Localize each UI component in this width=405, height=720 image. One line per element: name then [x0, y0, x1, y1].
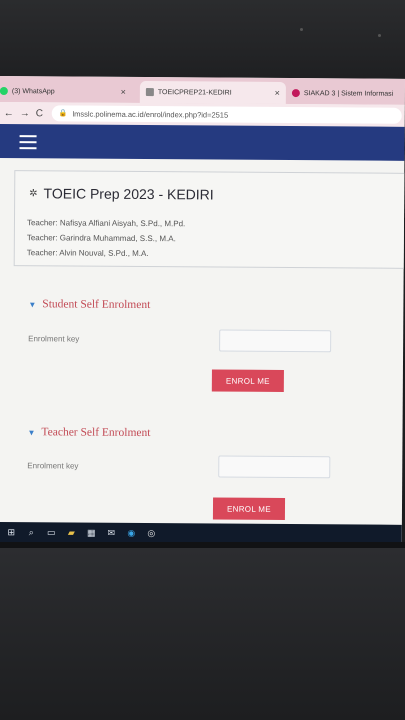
- student-enrol-button[interactable]: ENROL ME: [211, 369, 284, 392]
- laptop-screen: (3) WhatsApp × TOEICPREP21-KEDIRI × SIAK…: [0, 76, 405, 545]
- teacher-enrolment-key-input[interactable]: [218, 455, 331, 479]
- moodle-icon: [145, 88, 154, 97]
- tab-label: TOEICPREP21-KEDIRI: [157, 88, 232, 97]
- hamburger-icon[interactable]: [19, 135, 37, 150]
- student-enrolment-key-input[interactable]: [219, 329, 332, 353]
- enrolment-key-label: Enrolment key: [27, 461, 79, 471]
- nav-buttons[interactable]: ←→C: [4, 108, 49, 119]
- close-icon[interactable]: ×: [275, 88, 280, 98]
- task-view-icon[interactable]: ▭: [46, 527, 57, 538]
- course-title-text: TOEIC Prep 2023 - KEDIRI: [43, 185, 214, 203]
- teacher-item: Teacher: Garindra Muhammad, S.S., M.A.: [26, 233, 176, 244]
- teacher-item: Teacher: Nafisya Alfiani Aisyah, S.Pd., …: [26, 218, 186, 229]
- tab-label: SIAKAD 3 | Sistem Informasi: [303, 89, 394, 98]
- collapse-icon: ▼: [27, 427, 36, 437]
- chrome-icon[interactable]: ◎: [146, 528, 157, 539]
- siakad-icon: [291, 89, 300, 98]
- course-header-card: ✲ TOEIC Prep 2023 - KEDIRI Teacher: Nafi…: [13, 170, 405, 269]
- whatsapp-icon: [0, 86, 8, 96]
- tab-toeicprep[interactable]: TOEICPREP21-KEDIRI ×: [139, 80, 286, 104]
- tab-label: (3) WhatsApp: [11, 87, 55, 95]
- section-teacher-enrolment[interactable]: ▼ Teacher Self Enrolment: [27, 426, 150, 439]
- tab-siakad[interactable]: SIAKAD 3 | Sistem Informasi: [291, 82, 405, 105]
- search-icon[interactable]: ⌕: [26, 527, 37, 538]
- teacher-list: Teacher: Nafisya Alfiani Aisyah, S.Pd., …: [27, 215, 186, 261]
- section-student-enrolment[interactable]: ▼ Student Self Enrolment: [28, 298, 150, 311]
- collapse-icon: ▼: [28, 299, 37, 309]
- address-bar-row: ←→C 🔒 lmsslc.polinema.ac.id/enrol/index.…: [0, 101, 405, 127]
- mail-icon[interactable]: ✉: [106, 527, 117, 538]
- lock-icon: 🔒: [58, 110, 68, 118]
- edge-icon[interactable]: ◉: [126, 527, 137, 538]
- close-icon[interactable]: ×: [121, 87, 126, 97]
- page-title: ✲ TOEIC Prep 2023 - KEDIRI: [29, 185, 214, 202]
- webcam-dot: [300, 28, 303, 31]
- tab-whatsapp[interactable]: (3) WhatsApp ×: [0, 80, 132, 103]
- course-icon: ✲: [29, 187, 38, 199]
- url-field[interactable]: 🔒 lmsslc.polinema.ac.id/enrol/index.php?…: [51, 105, 402, 124]
- teacher-enrol-button[interactable]: ENROL ME: [212, 497, 286, 520]
- url-text: lmsslc.polinema.ac.id/enrol/index.php?id…: [72, 109, 229, 120]
- laptop-keyboard-deck: [0, 548, 405, 720]
- browser-tab-bar: (3) WhatsApp × TOEICPREP21-KEDIRI × SIAK…: [0, 76, 405, 105]
- sensor-dot: [378, 34, 381, 37]
- windows-icon[interactable]: ⊞: [6, 527, 17, 538]
- section-title: Student Self Enrolment: [42, 298, 151, 312]
- store-icon[interactable]: ▦: [86, 527, 97, 538]
- file-explorer-icon[interactable]: ▰: [66, 527, 77, 538]
- laptop-bezel: [0, 0, 405, 78]
- site-navbar: [0, 123, 405, 161]
- enrolment-key-label: Enrolment key: [28, 334, 80, 344]
- teacher-item: Teacher: Alvin Nouval, S.Pd., M.A.: [26, 248, 149, 259]
- section-title: Teacher Self Enrolment: [41, 426, 151, 440]
